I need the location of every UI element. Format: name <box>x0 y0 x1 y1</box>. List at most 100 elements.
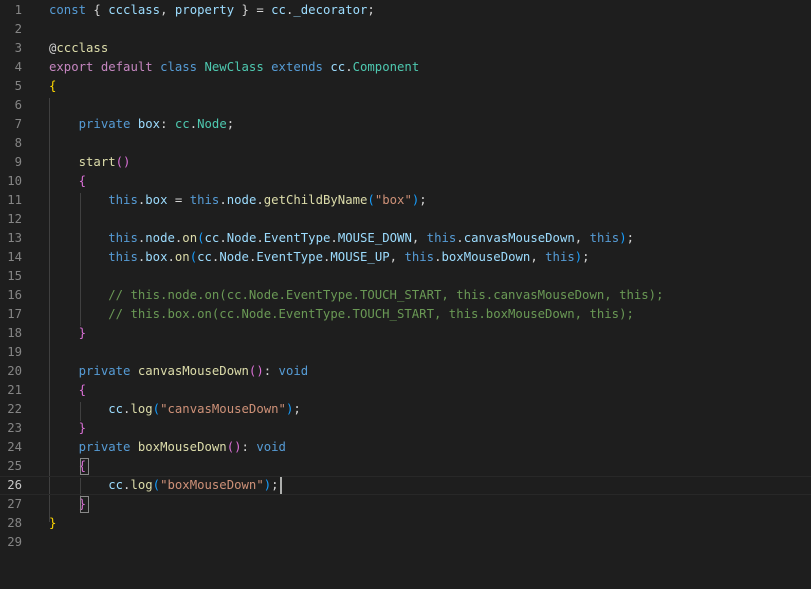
code-line[interactable]: 8 <box>0 134 811 153</box>
code-line[interactable]: 22 cc.log("canvasMouseDown"); <box>0 400 811 419</box>
code-token: "boxMouseDown" <box>160 478 264 492</box>
code-text: this.node.on(cc.Node.EventType.MOUSE_DOW… <box>49 229 634 248</box>
line-number: 7 <box>14 117 22 131</box>
line-number: 11 <box>7 193 22 207</box>
code-text: this.box = this.node.getChildByName("box… <box>49 191 427 210</box>
code-line[interactable]: 16 // this.node.on(cc.Node.EventType.TOU… <box>0 286 811 305</box>
code-line[interactable]: 3 @ccclass <box>0 39 811 58</box>
code-line[interactable]: 9 start() <box>0 153 811 172</box>
code-token: void <box>278 364 309 378</box>
line-number: 29 <box>7 535 22 549</box>
code-token: "box" <box>374 193 412 207</box>
code-token: // this.node.on(cc.Node.EventType.TOUCH_… <box>108 288 664 302</box>
code-editor[interactable]: 1 const { ccclass, property } = cc._decor… <box>0 0 811 589</box>
line-number: 28 <box>7 516 22 530</box>
code-token: () <box>115 155 131 169</box>
code-line[interactable]: 4 export default class NewClass extends c… <box>0 58 811 77</box>
code-token: } <box>78 326 87 340</box>
code-token: void <box>256 440 286 454</box>
code-token: , <box>160 3 175 17</box>
code-line[interactable]: 10 { <box>0 172 811 191</box>
line-number: 4 <box>14 60 22 74</box>
code-token: ccclass <box>56 41 109 55</box>
code-token: this <box>108 193 138 207</box>
line-number: 3 <box>14 41 22 55</box>
code-token: log <box>130 478 153 492</box>
code-token: Component <box>352 60 420 74</box>
code-token: this <box>404 250 435 264</box>
line-number: 10 <box>7 174 22 188</box>
bracket-match-highlight <box>80 458 89 475</box>
code-text: this.box.on(cc.Node.EventType.MOUSE_UP, … <box>49 248 589 267</box>
code-line[interactable]: 15 <box>0 267 811 286</box>
code-token: ( <box>152 478 161 492</box>
code-line[interactable]: 26 cc.log("boxMouseDown"); <box>0 476 811 495</box>
code-token: MOUSE_UP <box>330 250 390 264</box>
code-line[interactable]: 2 <box>0 20 811 39</box>
code-line[interactable]: 6 <box>0 96 811 115</box>
code-token: . <box>345 60 353 74</box>
code-line[interactable]: 7 private box: cc.Node; <box>0 115 811 134</box>
code-token: Node <box>197 117 227 131</box>
code-line[interactable]: 13 this.node.on(cc.Node.EventType.MOUSE_… <box>0 229 811 248</box>
line-number: 25 <box>7 459 22 473</box>
code-token: ( <box>152 402 161 416</box>
line-number: 5 <box>14 79 22 93</box>
code-token: canvasMouseDown <box>463 231 575 245</box>
line-number: 24 <box>7 440 22 454</box>
code-text: } <box>49 514 56 533</box>
code-token: ( <box>189 250 198 264</box>
code-line[interactable]: 14 this.box.on(cc.Node.EventType.MOUSE_U… <box>0 248 811 267</box>
code-token: this <box>108 250 138 264</box>
code-text: { <box>49 172 86 191</box>
code-token: , <box>389 250 405 264</box>
code-line[interactable]: 11 this.box = this.node.getChildByName("… <box>0 191 811 210</box>
code-line[interactable]: 23 } <box>0 419 811 438</box>
code-token: extends <box>271 60 323 74</box>
code-token: EventType <box>263 231 331 245</box>
line-number: 1 <box>14 3 22 17</box>
code-text: // this.box.on(cc.Node.EventType.TOUCH_S… <box>49 305 634 324</box>
code-token: private <box>78 117 131 131</box>
code-line[interactable]: 29 <box>0 533 811 552</box>
line-number: 23 <box>7 421 22 435</box>
code-token: = <box>167 193 190 207</box>
code-token: boxMouseDown <box>441 250 531 264</box>
code-token: { <box>86 3 109 17</box>
code-token: , <box>411 231 427 245</box>
code-line[interactable]: 27 } <box>0 495 811 514</box>
code-line[interactable]: 21 { <box>0 381 811 400</box>
code-line[interactable]: 12 <box>0 210 811 229</box>
code-token: ) <box>619 231 627 245</box>
code-token: : <box>160 117 175 131</box>
code-token: ; <box>419 193 427 207</box>
code-text: // this.node.on(cc.Node.EventType.TOUCH_… <box>49 286 664 305</box>
code-line[interactable]: 24 private boxMouseDown(): void <box>0 438 811 457</box>
code-line[interactable]: 28} <box>0 514 811 533</box>
code-line[interactable]: 19 <box>0 343 811 362</box>
code-line[interactable]: 25 { <box>0 457 811 476</box>
code-line[interactable]: 20 private canvasMouseDown(): void <box>0 362 811 381</box>
code-token: ; <box>626 231 635 245</box>
code-line[interactable]: 5{ <box>0 77 811 96</box>
code-line[interactable]: 18 } <box>0 324 811 343</box>
code-token: ; <box>226 117 235 131</box>
line-number: 16 <box>7 288 22 302</box>
code-token: // this.box.on(cc.Node.EventType.TOUCH_S… <box>108 307 634 321</box>
code-token: : <box>241 440 257 454</box>
code-token: "canvasMouseDown" <box>160 402 286 416</box>
code-line[interactable]: 17 // this.box.on(cc.Node.EventType.TOUC… <box>0 305 811 324</box>
code-line[interactable]: 1 const { ccclass, property } = cc._decor… <box>0 1 811 20</box>
code-text: { <box>49 381 86 400</box>
